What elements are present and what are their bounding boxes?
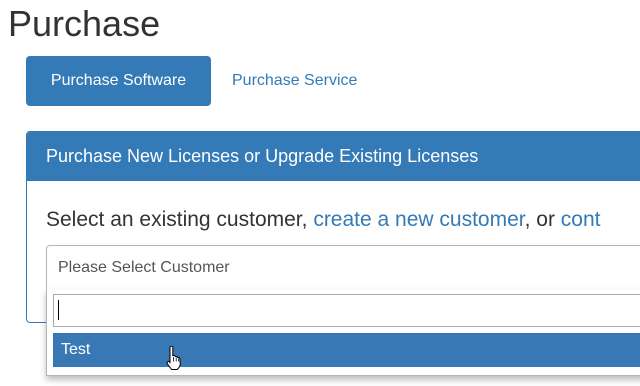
- text-caret: [58, 300, 59, 320]
- customer-select[interactable]: Please Select Customer: [46, 245, 640, 290]
- customer-instructions: Select an existing customer, create a ne…: [46, 208, 600, 232]
- contact-link[interactable]: cont: [561, 208, 601, 231]
- option-label: Test: [61, 341, 91, 358]
- hand-pointer-icon: [166, 346, 181, 370]
- instructions-text-middle: , or: [524, 208, 561, 231]
- dropdown-option-test[interactable]: Test: [53, 333, 640, 367]
- page-title: Purchase: [8, 3, 161, 44]
- customer-select-placeholder: Please Select Customer: [58, 258, 230, 276]
- customer-search-input[interactable]: [53, 294, 640, 327]
- customer-dropdown: Test: [46, 289, 640, 376]
- create-customer-link[interactable]: create a new customer: [313, 208, 524, 231]
- panel-heading: Purchase New Licenses or Upgrade Existin…: [27, 132, 640, 181]
- instructions-text-prefix: Select an existing customer,: [46, 208, 314, 231]
- purchase-tabs: Purchase Software Purchase Service: [26, 56, 376, 106]
- purchase-page: Purchase Purchase Software Purchase Serv…: [0, 0, 640, 386]
- tab-purchase-software[interactable]: Purchase Software: [26, 56, 211, 106]
- tab-purchase-service[interactable]: Purchase Service: [211, 56, 376, 106]
